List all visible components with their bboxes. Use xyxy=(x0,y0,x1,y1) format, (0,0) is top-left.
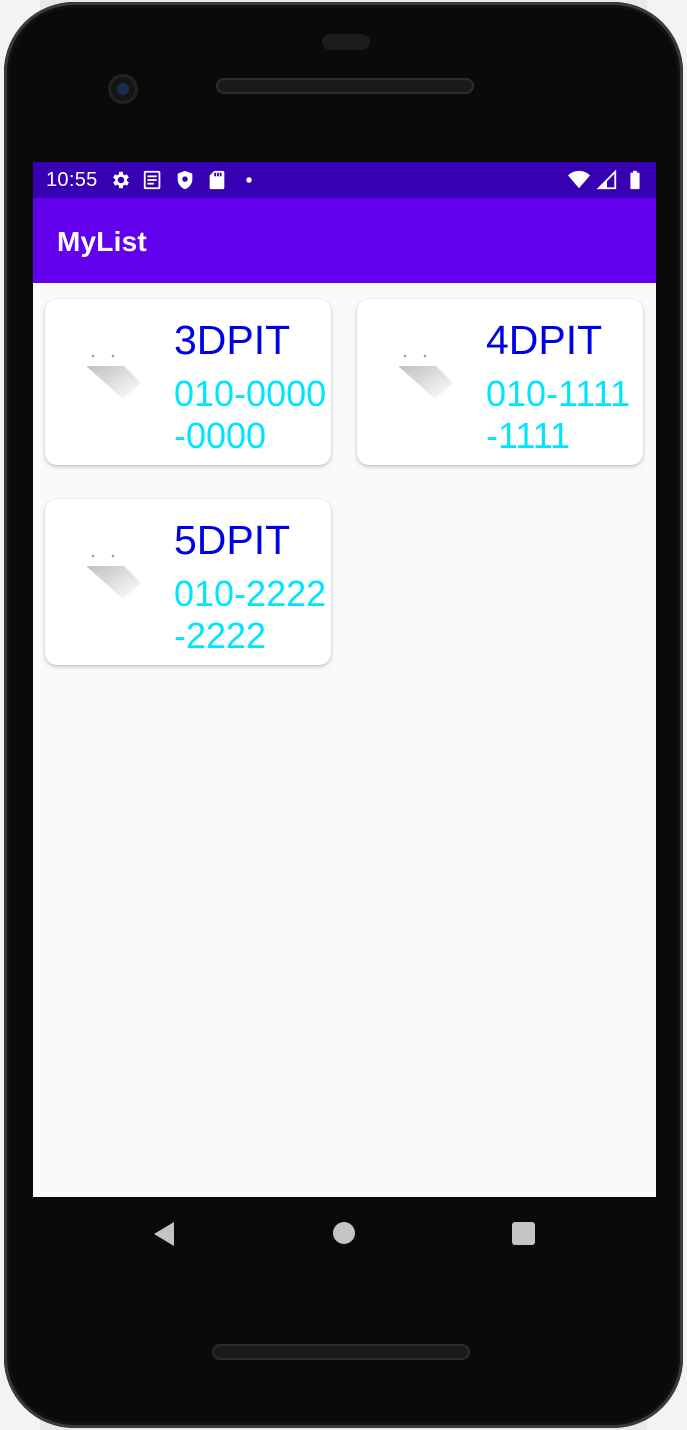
proximity-sensor xyxy=(322,34,370,50)
battery-icon xyxy=(630,170,640,190)
settings-icon xyxy=(112,171,129,189)
wifi-icon xyxy=(568,170,590,189)
notes-icon xyxy=(143,170,160,190)
contact-phone: 010-2222-2222 xyxy=(174,573,327,656)
contact-card[interactable]: 5DPIT 010-2222-2222 xyxy=(45,499,331,665)
android-placeholder-icon xyxy=(85,554,141,599)
sd-card-icon xyxy=(209,170,224,190)
back-icon[interactable] xyxy=(152,1221,176,1247)
front-camera xyxy=(108,74,138,104)
android-placeholder-icon xyxy=(397,354,453,399)
status-bar: 10:55 xyxy=(33,162,656,198)
contact-name: 4DPIT xyxy=(486,317,603,363)
contact-card[interactable]: 3DPIT 010-0000-0000 xyxy=(45,299,331,465)
android-placeholder-icon xyxy=(85,354,141,399)
signal-icon xyxy=(596,169,617,190)
device-screen: 10:55 MyList 3DPIT 010-0000-0000 4DPIT 0… xyxy=(33,162,656,1197)
contact-name: 5DPIT xyxy=(174,517,291,563)
shield-icon xyxy=(177,170,192,190)
contact-card[interactable]: 4DPIT 010-1111-1111 xyxy=(357,299,643,465)
recent-apps-icon[interactable] xyxy=(512,1222,535,1245)
status-time: 10:55 xyxy=(46,168,98,191)
system-icons xyxy=(568,169,646,191)
contact-phone: 010-0000-0000 xyxy=(174,373,327,456)
home-icon[interactable] xyxy=(333,1222,355,1244)
contact-name: 3DPIT xyxy=(174,317,291,363)
app-title: MyList xyxy=(57,226,147,257)
dot-icon xyxy=(245,177,252,183)
notification-icons xyxy=(110,169,260,191)
contact-phone: 010-1111-1111 xyxy=(486,373,631,456)
earpiece-speaker xyxy=(216,78,474,94)
app-bar: MyList xyxy=(33,198,656,283)
bottom-speaker xyxy=(212,1344,470,1360)
